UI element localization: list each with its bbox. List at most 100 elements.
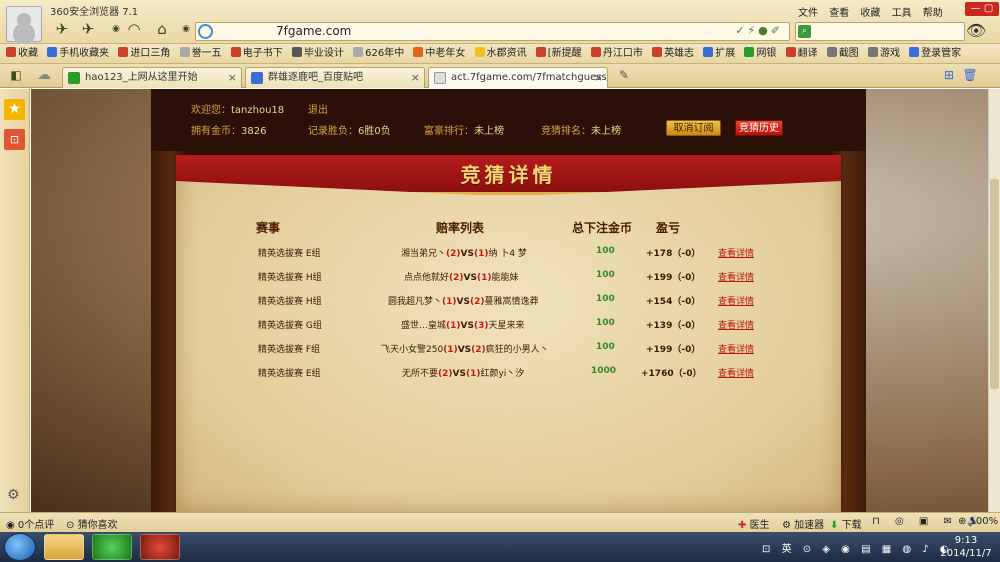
page-icon [179,47,190,57]
favorite-item[interactable]: 手机收藏夹 [47,44,109,63]
view-detail-link[interactable]: 查看详情 [718,246,754,259]
user-avatar[interactable] [6,6,42,42]
eye-icon[interactable]: 👁 [966,21,986,40]
site-icon [198,24,213,39]
view-detail-link[interactable]: 查看详情 [718,318,754,331]
header-odds: 赔率列表 [436,221,485,235]
menu-item-view[interactable]: 查看 [829,8,849,19]
window-controls[interactable]: — ▢ [965,2,999,16]
gift-icon[interactable]: ⊡ [4,129,25,150]
row-profit: +139（-0） [646,321,701,331]
favorite-item[interactable]: 中老年女 [413,44,465,63]
search-input[interactable]: ⌕ [795,22,965,41]
row-match: 无所不要(2)VS(1)红颜yi丶汐 [402,369,525,379]
table-row: 精英选拔赛 E组 湘当弟兄丶(2)VS(1)纳 卜4 梦 100 +178（-0… [176,246,841,264]
favorite-item[interactable]: 翻译 [785,44,818,63]
refresh-icon[interactable]: ◠ [122,20,146,38]
gear-icon[interactable]: ⚙ [7,487,20,503]
row-amount: 100 [596,342,615,352]
favorite-item[interactable]: 626年中 [353,44,404,63]
search-icon[interactable]: ⌕ [798,25,811,38]
taskbar-360-browser[interactable] [92,534,132,560]
row-profit: +154（-0） [646,297,701,307]
book-icon [230,47,241,57]
menu-item-favorites[interactable]: 收藏 [860,8,880,19]
phone-icon [47,47,58,57]
close-icon[interactable]: × [411,68,420,88]
scrollbar-thumb[interactable] [990,179,999,389]
address-tools-icon[interactable]: ✓⚡●✐ [735,24,783,37]
accelerator-button[interactable]: ⚙ 加速器 [782,516,824,531]
tab-hao123[interactable]: hao123_上网从这里开始 × [62,67,242,88]
view-detail-link[interactable]: 查看详情 [718,294,754,307]
download-button[interactable]: ⬇ 下载 [830,516,862,531]
taskbar-explorer[interactable] [44,534,84,560]
menu-item-tools[interactable]: 工具 [892,8,912,19]
favorite-item[interactable]: 截图 [826,44,859,63]
favorite-item[interactable]: 扩展 [703,44,735,63]
username: tanzhou18 [231,105,285,116]
comments-status[interactable]: ◉ 0个点评 [6,516,54,531]
start-button[interactable] [4,533,36,561]
new-tab-icon[interactable]: ✎ [612,66,636,84]
clock[interactable]: 9:13 2014/11/7 [936,534,996,560]
forward-icon[interactable]: ✈ [76,20,100,38]
cloud-icon[interactable]: ☁ [32,66,56,84]
unsubscribe-button[interactable]: 取消订阅 [666,120,721,136]
favorite-item[interactable]: 登录管家 [909,44,961,63]
table-row: 精英选拔赛 F组 飞天小女警250(1)VS(2)疯狂的小男人丶 100 +19… [176,342,841,360]
tab-list-icon[interactable]: ◧ [4,66,28,84]
favorite-item[interactable]: 收藏 [6,44,38,63]
doctor-button[interactable]: ✚ 医生 [738,516,770,531]
view-detail-link[interactable]: 查看详情 [718,342,754,355]
link-icon [118,47,129,57]
scissors-icon [826,47,837,57]
favorite-item[interactable]: 英雄志 [652,44,694,63]
header-profit: 盈亏 [656,221,681,235]
tab-tieba[interactable]: 群雄逐鹿吧_百度贴吧 × [245,67,425,88]
vertical-scrollbar[interactable] [988,89,1000,512]
record-value: 6胜0负 [358,126,391,137]
back-icon[interactable]: ✈ [50,20,74,38]
trash-icon[interactable]: 🗑 [958,66,982,84]
system-tray[interactable]: ⊡ 英 ⊙ ◈ ◉ ▤ ▦ ◍ ♪ ◐ [762,540,953,555]
view-detail-link[interactable]: 查看详情 [718,270,754,283]
menu-item-file[interactable]: 文件 [798,8,818,19]
row-event: 精英选拔赛 F组 [258,345,321,355]
favorite-item[interactable]: 游戏 [868,44,900,63]
taskbar-game[interactable] [140,534,180,560]
browser-titlebar: 360安全浏览器 7.1 ✈ ✈ ◉ ◠ ⌂ ◉ 文件 查看 收藏 工具 帮助 … [0,0,1000,44]
favorite-item[interactable]: 毕业设计 [291,44,344,63]
address-text[interactable]: 7fgame.com [276,24,351,38]
home-icon[interactable]: ⌂ [150,20,174,38]
favorite-item[interactable]: 丹江口市 [590,44,643,63]
view-detail-link[interactable]: 查看详情 [718,366,754,379]
favorite-item[interactable]: 电子书下 [230,44,283,63]
address-bar[interactable]: 7fgame.com ✓⚡●✐ [195,22,790,41]
bank-icon [744,47,755,57]
page-icon [353,47,364,57]
browser-sidebar: ★ ⊡ ⚙ [0,89,30,512]
header-amount: 总下注金币 [572,221,633,235]
page-icon [474,47,485,57]
zoom-level[interactable]: ⊕ 100% [958,516,998,527]
tab-7fgame[interactable]: act.7fgame.com/7fmatchguess/H × [428,67,608,88]
row-match: 湘当弟兄丶(2)VS(1)纳 卜4 梦 [401,249,527,259]
favorite-item[interactable]: 网银 [744,44,776,63]
menu-item-help[interactable]: 帮助 [923,8,943,19]
favorite-item[interactable]: 誉一五 [179,44,222,63]
row-amount: 100 [596,246,615,256]
favorite-item[interactable]: [新提醒 [535,44,582,63]
favorite-item[interactable]: 水郡资讯 [474,44,527,63]
favorite-item[interactable]: 进口三角 [118,44,170,63]
table-row: 精英选拔赛 E组 无所不要(2)VS(1)红颜yi丶汐 1000 +1760（-… [176,366,841,384]
favorites-star-icon[interactable]: ★ [4,99,25,120]
ime-indicator[interactable]: 英 [782,544,796,555]
table-row: 精英选拔赛 H组 点点他就好(2)VS(1)能能妹 100 +199（-0） 查… [176,270,841,288]
close-icon[interactable]: × [228,68,237,88]
paw-icon [251,72,263,84]
history-button[interactable]: 竞猜历史 [735,120,783,136]
logout-link[interactable]: 退出 [308,101,328,116]
close-icon[interactable]: × [594,68,603,88]
guess-you-like[interactable]: ⊙ 猜你喜欢 [66,516,118,531]
